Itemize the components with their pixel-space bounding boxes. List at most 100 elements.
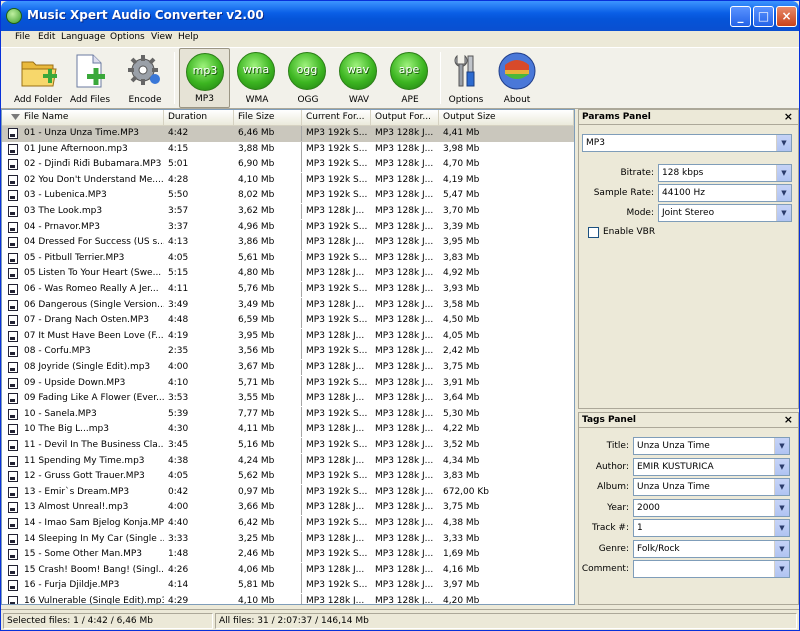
chevron-down-icon[interactable]: ▼ — [774, 561, 789, 577]
table-row[interactable]: 07 It Must Have Been Love (F... 4:19 3,95 … — [2, 328, 574, 345]
chevron-down-icon[interactable]: ▼ — [776, 165, 791, 181]
cell-output-size: 3,91 Mb — [443, 377, 480, 388]
table-row[interactable]: 03 - Lubenica.MP3 5:50 8,02 Mb MP3 192k S..… — [2, 188, 574, 204]
file-list[interactable]: File Name Duration File Size Current For… — [1, 109, 575, 605]
tag-field-select[interactable]: ▼ — [633, 560, 790, 578]
enable-vbr-checkbox[interactable] — [588, 227, 599, 238]
chevron-down-icon[interactable]: ▼ — [774, 479, 789, 495]
format-ogg-button[interactable]: ogg OGG — [283, 48, 333, 108]
options-button[interactable]: Options — [442, 48, 490, 108]
table-row[interactable]: 15 Crash! Boom! Bang! (Singl... 4:26 4,06 … — [2, 562, 574, 579]
chevron-down-icon[interactable]: ▼ — [774, 540, 789, 557]
audio-file-icon — [8, 424, 18, 436]
column-file-size[interactable]: File Size — [234, 110, 302, 126]
menu-view[interactable]: View — [151, 32, 172, 42]
format-wma-button[interactable]: wma WMA — [231, 48, 283, 108]
table-row[interactable]: 12 - Gruss Gott Trauer.MP3 4:05 5,62 Mb MP3… — [2, 469, 574, 485]
cell-output-size: 4,70 Mb — [443, 159, 480, 170]
cell-current-format: MP3 192k S... — [306, 486, 368, 497]
tag-field-select[interactable]: Unza Unza Time ▼ — [633, 437, 790, 455]
cell-duration: 4:30 — [168, 424, 189, 435]
menu-edit[interactable]: Edit — [38, 32, 55, 42]
chevron-down-icon[interactable]: ▼ — [776, 205, 791, 221]
table-row[interactable]: 15 - Some Other Man.MP3 1:48 2,46 Mb MP3 19… — [2, 547, 574, 563]
chevron-down-icon[interactable]: ▼ — [776, 185, 791, 201]
table-row[interactable]: 11 Spending My Time.mp3 4:38 4,24 Mb MP3 12… — [2, 453, 574, 470]
table-row[interactable]: 10 The Big L...mp3 4:30 4,11 Mb MP3 128k J.… — [2, 422, 574, 438]
cell-duration: 3:53 — [168, 393, 189, 404]
table-row[interactable]: 14 Sleeping In My Car (Single ... 3:33 3,2… — [2, 531, 574, 548]
column-file-name[interactable]: File Name — [2, 110, 164, 126]
format-wav-button[interactable]: wav WAV — [334, 48, 384, 108]
tag-field-select[interactable]: EMIR KUSTURICA ▼ — [633, 457, 790, 476]
tag-field-select[interactable]: Folk/Rock ▼ — [633, 539, 790, 558]
add-files-button[interactable]: Add Files — [67, 48, 113, 108]
menu-file[interactable]: File — [15, 32, 30, 42]
table-row[interactable]: 14 - Imao Sam Bjelog Konja.MP3 4:40 6,42 M… — [2, 516, 574, 532]
cell-output-format: MP3 128k J... — [375, 252, 434, 263]
table-row[interactable]: 09 - Upside Down.MP3 4:10 5,71 Mb MP3 192k … — [2, 375, 574, 392]
cell-file-name: 06 Dangerous (Single Version... — [24, 299, 164, 310]
table-row[interactable]: 16 Vulnerable (Single Edit).mp3 4:29 4,10 … — [2, 594, 574, 604]
table-row[interactable]: 16 - Furja Djildje.MP3 4:14 5,81 Mb MP3 192… — [2, 578, 574, 594]
table-row[interactable]: 06 Dangerous (Single Version... 3:49 3,49 … — [2, 297, 574, 314]
format-mp3-button[interactable]: mp3 MP3 — [179, 48, 230, 108]
column-output-format[interactable]: Output For... — [371, 110, 439, 126]
close-button[interactable]: × — [776, 6, 797, 27]
table-row[interactable]: 13 Almost Unreal!.mp3 4:00 3,66 Mb MP3 128k… — [2, 500, 574, 516]
output-format-select[interactable]: MP3 ▼ — [582, 134, 792, 152]
table-row[interactable]: 11 - Devil In The Business Cla... 3:45 5,1… — [2, 438, 574, 454]
table-row[interactable]: 03 The Look.mp3 3:57 3,62 Mb MP3 128k J... M… — [2, 204, 574, 220]
audio-file-icon — [8, 346, 18, 358]
audio-file-icon — [8, 159, 18, 171]
menu-options[interactable]: Options — [110, 32, 145, 42]
table-row[interactable]: 07 - Drang Nach Osten.MP3 4:48 6,59 Mb MP3 … — [2, 313, 574, 329]
encode-button[interactable]: Encode — [121, 48, 169, 108]
table-row[interactable]: 01 June Afternoon.mp3 4:15 3,88 Mb MP3 192k… — [2, 141, 574, 158]
format-ape-button[interactable]: ape APE — [385, 48, 435, 108]
minimize-button[interactable]: _ — [730, 6, 751, 27]
menu-help[interactable]: Help — [178, 32, 199, 42]
tag-field-select[interactable]: 2000 ▼ — [633, 498, 790, 517]
cell-output-format: MP3 128k J... — [375, 174, 434, 185]
table-row[interactable]: 06 - Was Romeo Really A Jer... 4:11 5,76 M… — [2, 282, 574, 298]
column-current-format[interactable]: Current For... — [302, 110, 371, 126]
table-row[interactable]: 05 Listen To Your Heart (Swe... 5:15 4,80 … — [2, 266, 574, 282]
cell-file-name: 05 - Pitbull Terrier.MP3 — [24, 252, 125, 263]
status-all-files: All files: 31 / 2:07:37 / 146,14 Mb — [215, 613, 797, 629]
mode-select[interactable]: Joint Stereo ▼ — [658, 204, 792, 222]
title-bar[interactable]: Music Xpert Audio Converter v2.00 _ □ × — [1, 1, 799, 31]
table-row[interactable]: 02 - Djinđi Riđi Bubamara.MP3 5:01 6,90 Mb… — [2, 157, 574, 173]
column-duration[interactable]: Duration — [164, 110, 234, 126]
table-row[interactable]: 10 - Sanela.MP3 5:39 7,77 Mb MP3 192k S... M… — [2, 406, 574, 423]
chevron-down-icon[interactable]: ▼ — [774, 499, 789, 516]
table-row[interactable]: 05 - Pitbull Terrier.MP3 4:05 5,61 Mb MP3 1… — [2, 250, 574, 267]
maximize-button[interactable]: □ — [753, 6, 774, 27]
table-row[interactable]: 08 - Corfu.MP3 2:35 3,56 Mb MP3 192k S... MP… — [2, 344, 574, 360]
cell-output-format: MP3 128k J... — [375, 221, 434, 232]
sample-rate-select[interactable]: 44100 Hz ▼ — [658, 184, 792, 202]
bitrate-select[interactable]: 128 kbps ▼ — [658, 164, 792, 182]
table-row[interactable]: 13 - Emir`s Dream.MP3 0:42 0,97 Mb MP3 192k… — [2, 484, 574, 501]
table-row[interactable]: 08 Joyride (Single Edit).mp3 4:00 3,67 Mb M… — [2, 360, 574, 376]
cell-output-size: 3,97 Mb — [443, 580, 480, 591]
column-output-size[interactable]: Output Size — [439, 110, 574, 126]
tags-panel-close-icon[interactable]: × — [784, 413, 793, 427]
table-row[interactable]: 01 - Unza Unza Time.MP3 4:42 6,46 Mb MP3 19… — [2, 126, 574, 142]
params-panel-close-icon[interactable]: × — [784, 110, 793, 124]
table-row[interactable]: 09 Fading Like A Flower (Ever... 3:53 3,55… — [2, 391, 574, 407]
table-row[interactable]: 04 Dressed For Success (US s... 4:13 3,86 … — [2, 235, 574, 251]
tag-field-select[interactable]: Unza Unza Time ▼ — [633, 478, 790, 496]
menu-language[interactable]: Language — [61, 32, 105, 42]
table-row[interactable]: 04 - Prnavor.MP3 3:37 4,96 Mb MP3 192k S...… — [2, 219, 574, 236]
chevron-down-icon[interactable]: ▼ — [774, 520, 789, 536]
table-row[interactable]: 02 You Don't Understand Me.... 4:28 4,10 M… — [2, 172, 574, 189]
chevron-down-icon[interactable]: ▼ — [774, 438, 789, 454]
add-folder-button[interactable]: Add Folder — [10, 48, 66, 108]
cell-current-format: MP3 192k S... — [306, 143, 368, 154]
chevron-down-icon[interactable]: ▼ — [776, 135, 791, 151]
about-button[interactable]: About — [493, 48, 541, 108]
chevron-down-icon[interactable]: ▼ — [774, 458, 789, 475]
tag-field-select[interactable]: 1 ▼ — [633, 519, 790, 537]
cell-output-format: MP3 128k J... — [375, 315, 434, 326]
